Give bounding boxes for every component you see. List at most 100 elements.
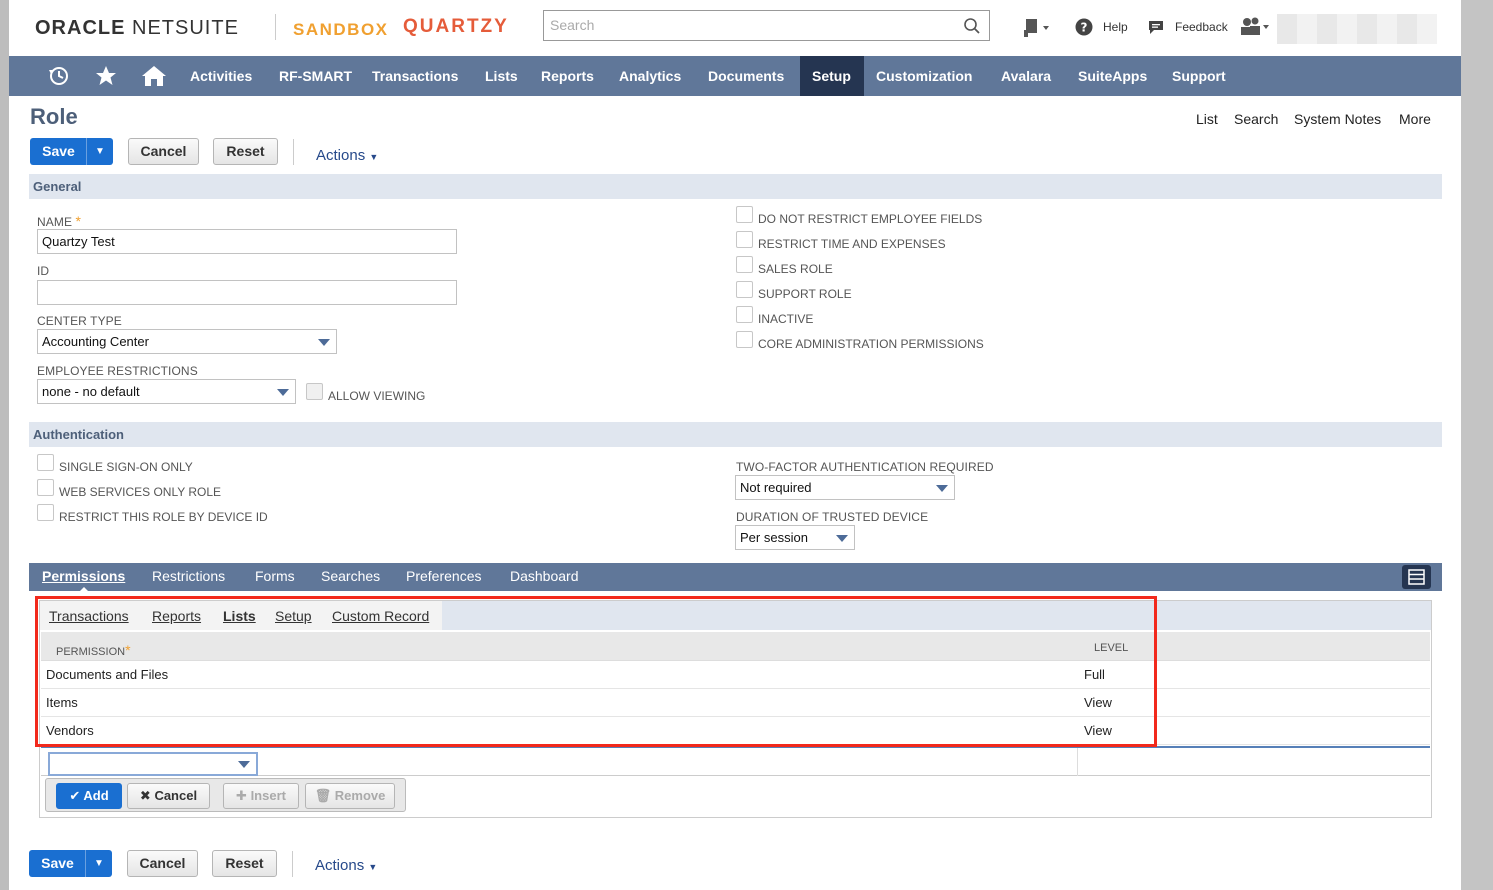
nav-activities[interactable]: Activities — [178, 56, 264, 96]
toolbar-divider — [293, 139, 294, 165]
support-role-checkbox[interactable] — [736, 281, 753, 298]
svg-text:?: ? — [1081, 21, 1088, 35]
name-field-label: NAME * — [37, 213, 82, 229]
tab-preferences[interactable]: Preferences — [406, 568, 481, 584]
save-dropdown-arrow-icon[interactable]: ▼ — [86, 138, 113, 165]
new-permission-edit-row — [41, 746, 1430, 776]
sandbox-label: SANDBOX — [293, 20, 389, 39]
web-services-only-checkbox[interactable] — [37, 479, 54, 496]
cancel-button-top[interactable]: Cancel — [128, 138, 199, 165]
do-not-restrict-employee-fields-checkbox[interactable] — [736, 206, 753, 223]
single-sign-on-checkbox[interactable] — [37, 454, 54, 471]
name-input[interactable]: Quartzy Test — [37, 229, 457, 254]
nav-analytics[interactable]: Analytics — [607, 56, 693, 96]
remove-row-label: Remove — [334, 788, 386, 803]
nav-documents[interactable]: Documents — [696, 56, 796, 96]
add-row-button[interactable]: ✔ Add — [56, 783, 122, 809]
two-factor-select[interactable]: Not required — [735, 475, 955, 500]
restrict-device-id-checkbox[interactable] — [37, 504, 54, 521]
nav-customization[interactable]: Customization — [864, 56, 984, 96]
brand-divider — [275, 14, 276, 40]
dropdown-arrow-icon — [318, 339, 330, 346]
remove-row-button[interactable]: 🗑 Remove — [305, 783, 395, 809]
employee-restrictions-select[interactable]: none - no default — [37, 379, 296, 404]
actions-menu-bottom[interactable]: Actions ▼ — [315, 857, 377, 874]
actions-menu-top[interactable]: Actions ▼ — [316, 147, 378, 164]
system-notes-link[interactable]: System Notes — [1294, 111, 1381, 127]
save-button-bottom[interactable]: Save ▼ — [29, 850, 112, 877]
nav-lists[interactable]: Lists — [473, 56, 530, 96]
allow-viewing-checkbox[interactable] — [306, 383, 323, 400]
save-label: Save — [42, 143, 75, 159]
tab-view-toggle-button[interactable] — [1402, 565, 1431, 589]
nav-setup[interactable]: Setup — [800, 56, 864, 96]
global-search-input[interactable]: Search — [543, 10, 990, 41]
check-icon: ✔ — [69, 788, 81, 803]
help-link[interactable]: Help — [1103, 20, 1128, 34]
support-role-label: SUPPORT ROLE — [758, 287, 852, 301]
center-type-label: CENTER TYPE — [37, 314, 122, 328]
nav-rf-smart[interactable]: RF-SMART — [267, 56, 364, 96]
center-type-select[interactable]: Accounting Center — [37, 329, 337, 354]
reset-button-top[interactable]: Reset — [213, 138, 278, 165]
restrict-device-id-label: RESTRICT THIS ROLE BY DEVICE ID — [59, 510, 268, 524]
sales-role-checkbox[interactable] — [736, 256, 753, 273]
search-placeholder: Search — [550, 17, 595, 33]
tab-permissions[interactable]: Permissions — [42, 568, 125, 584]
nav-transactions[interactable]: Transactions — [360, 56, 470, 96]
home-icon[interactable] — [141, 65, 167, 87]
authentication-section-header[interactable]: Authentication — [29, 422, 1442, 447]
add-row-label: Add — [83, 788, 109, 803]
tab-restrictions[interactable]: Restrictions — [152, 568, 225, 584]
employee-restrictions-value: none - no default — [42, 384, 140, 399]
page-title: Role — [30, 104, 78, 129]
nav-avalara[interactable]: Avalara — [989, 56, 1063, 96]
tab-dashboard[interactable]: Dashboard — [510, 568, 579, 584]
dropdown-arrow-icon — [936, 485, 948, 492]
web-services-only-label: WEB SERVICES ONLY ROLE — [59, 485, 222, 499]
general-section-header[interactable]: General — [29, 174, 1442, 199]
help-icon[interactable]: ? — [1075, 18, 1093, 36]
oracle-netsuite-logo[interactable]: ORACLE NETSUITE — [35, 17, 239, 40]
search-icon[interactable] — [963, 17, 981, 35]
tab-searches[interactable]: Searches — [321, 568, 380, 584]
inactive-checkbox[interactable] — [736, 306, 753, 323]
feedback-icon[interactable] — [1147, 18, 1165, 36]
save-dropdown-arrow-icon[interactable]: ▼ — [85, 850, 112, 877]
recent-history-icon[interactable] — [47, 65, 71, 87]
insert-row-button[interactable]: ✚ Insert — [223, 783, 299, 809]
save-label: Save — [41, 855, 74, 871]
actions-label: Actions — [315, 857, 365, 874]
list-link[interactable]: List — [1196, 111, 1218, 127]
window-frame-left — [0, 0, 9, 890]
cancel-row-label: Cancel — [154, 788, 198, 803]
cancel-button-bottom[interactable]: Cancel — [127, 850, 198, 877]
user-account-name-redacted[interactable] — [1277, 14, 1437, 44]
more-link[interactable]: More — [1399, 111, 1431, 127]
trusted-device-duration-select[interactable]: Per session — [735, 525, 855, 550]
highlight-annotation-box — [35, 596, 1157, 747]
nav-reports[interactable]: Reports — [529, 56, 606, 96]
reset-button-bottom[interactable]: Reset — [212, 850, 277, 877]
nav-support[interactable]: Support — [1160, 56, 1238, 96]
trusted-device-duration-value: Per session — [740, 530, 808, 545]
two-factor-value: Not required — [740, 480, 812, 495]
inactive-label: INACTIVE — [758, 312, 814, 326]
id-input[interactable] — [37, 280, 457, 305]
tab-forms[interactable]: Forms — [255, 568, 295, 584]
recent-records-icon[interactable] — [1023, 17, 1051, 39]
favorites-star-icon[interactable] — [94, 65, 118, 87]
window-frame-right — [1461, 0, 1493, 890]
permission-select-input[interactable] — [48, 752, 258, 776]
row-action-buttons: ✔ Add ✖ Cancel ✚ Insert 🗑 Remove — [45, 778, 406, 812]
nav-suiteapps[interactable]: SuiteApps — [1066, 56, 1159, 96]
feedback-link[interactable]: Feedback — [1175, 20, 1228, 34]
core-admin-permissions-checkbox[interactable] — [736, 331, 753, 348]
required-asterisk-icon: * — [75, 213, 82, 229]
user-roles-icon[interactable] — [1239, 17, 1271, 37]
search-link[interactable]: Search — [1234, 111, 1278, 127]
save-button-top[interactable]: Save ▼ — [30, 138, 113, 165]
dropdown-arrow-icon — [277, 389, 289, 396]
restrict-time-expenses-checkbox[interactable] — [736, 231, 753, 248]
cancel-row-button[interactable]: ✖ Cancel — [127, 783, 210, 809]
